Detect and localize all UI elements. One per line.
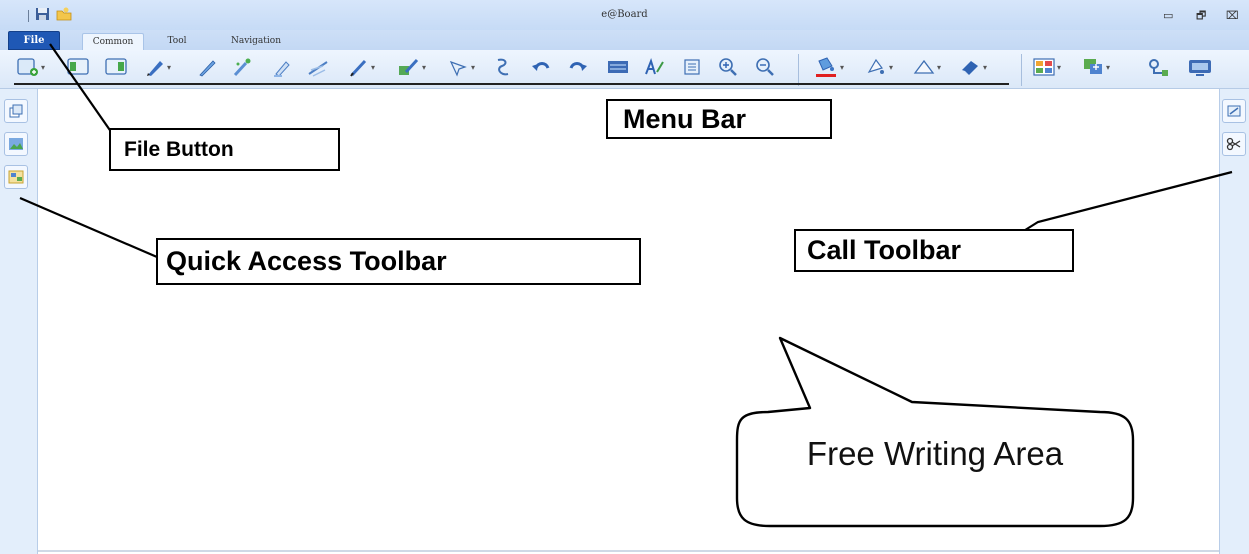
- call-toolbar: [1219, 89, 1249, 554]
- scissors-icon[interactable]: [1222, 132, 1246, 156]
- fill-color-icon[interactable]: ▾: [813, 56, 844, 78]
- free-writing-area-label: Free Writing Area: [806, 435, 1064, 472]
- zoom-in-icon[interactable]: [717, 56, 739, 78]
- toolbar-separator: [798, 54, 799, 86]
- highlighter-icon[interactable]: [271, 56, 293, 78]
- zoom-out-icon[interactable]: [754, 56, 776, 78]
- slideshow-icon[interactable]: [4, 165, 28, 189]
- eraser-icon[interactable]: ▾: [958, 56, 987, 78]
- window-title: e@Board: [601, 9, 648, 20]
- connect-icon[interactable]: [1146, 56, 1170, 78]
- ribbon-underline: [14, 83, 1009, 85]
- quick-access-toolbar: [0, 89, 38, 554]
- next-page-icon[interactable]: [104, 56, 128, 78]
- screen-icon[interactable]: [606, 56, 630, 78]
- image-icon[interactable]: [4, 132, 28, 156]
- display-icon[interactable]: [1187, 56, 1213, 78]
- handwriting-icon[interactable]: [643, 56, 667, 78]
- select-arrow-icon[interactable]: ▾: [448, 56, 475, 78]
- restore-icon[interactable]: 🗗: [1196, 10, 1206, 21]
- tab-common[interactable]: Common: [82, 33, 144, 50]
- title-bar: e@Board ▭ 🗗 ⌧: [0, 0, 1249, 30]
- new-page-icon[interactable]: ▾: [16, 56, 45, 78]
- tab-navigation[interactable]: Navigation: [218, 33, 294, 50]
- marker-icon[interactable]: ▾: [348, 56, 375, 78]
- copy-page-icon[interactable]: [4, 99, 28, 123]
- canvas-bottom-border: [38, 550, 1219, 552]
- pencil-icon[interactable]: [196, 56, 218, 78]
- quick-access-toolbar-annotation: Quick Access Toolbar: [156, 238, 641, 285]
- insert-icon[interactable]: ▾: [1081, 56, 1110, 78]
- eboard-window: e@Board ▭ 🗗 ⌧ File Common Tool Navigatio…: [0, 0, 1249, 554]
- file-button-annotation: File Button: [109, 128, 340, 171]
- layout-icon[interactable]: ▾: [1032, 56, 1061, 78]
- accent-color-bar: [816, 74, 836, 77]
- fill-pen-icon[interactable]: ▾: [397, 56, 426, 78]
- gesture-icon[interactable]: [492, 56, 514, 78]
- brush-icon[interactable]: [231, 56, 253, 78]
- tab-tool[interactable]: Tool: [158, 33, 196, 50]
- shape-icon[interactable]: ▾: [912, 56, 941, 78]
- previous-page-icon[interactable]: [66, 56, 90, 78]
- file-button[interactable]: File: [8, 31, 60, 50]
- call-toolbar-annotation: Call Toolbar: [794, 229, 1074, 272]
- redo-icon[interactable]: [567, 56, 589, 78]
- minimize-icon[interactable]: ▭: [1163, 10, 1173, 21]
- close-icon[interactable]: ⌧: [1226, 10, 1239, 21]
- call-tools-icon[interactable]: [1222, 99, 1246, 123]
- toolbar-separator: [1021, 54, 1022, 86]
- undo-icon[interactable]: [530, 56, 552, 78]
- pen-icon[interactable]: ▾: [144, 56, 171, 78]
- line-color-icon[interactable]: ▾: [864, 56, 893, 78]
- menu-bar-annotation: Menu Bar: [606, 99, 832, 139]
- laser-pen-icon[interactable]: [306, 56, 330, 78]
- fit-screen-icon[interactable]: [681, 56, 703, 78]
